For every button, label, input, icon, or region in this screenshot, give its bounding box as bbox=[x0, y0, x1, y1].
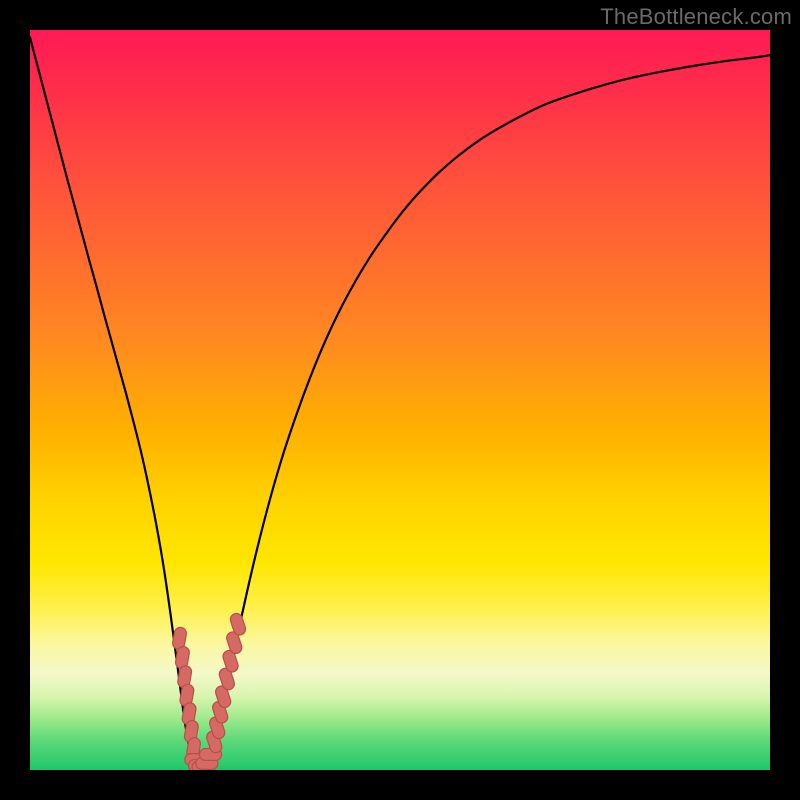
data-markers bbox=[172, 612, 247, 770]
watermark-text: TheBottleneck.com bbox=[600, 4, 792, 30]
chart-svg bbox=[30, 30, 770, 770]
plot-area bbox=[30, 30, 770, 770]
bottleneck-curve bbox=[30, 37, 770, 768]
chart-frame: TheBottleneck.com bbox=[0, 0, 800, 800]
